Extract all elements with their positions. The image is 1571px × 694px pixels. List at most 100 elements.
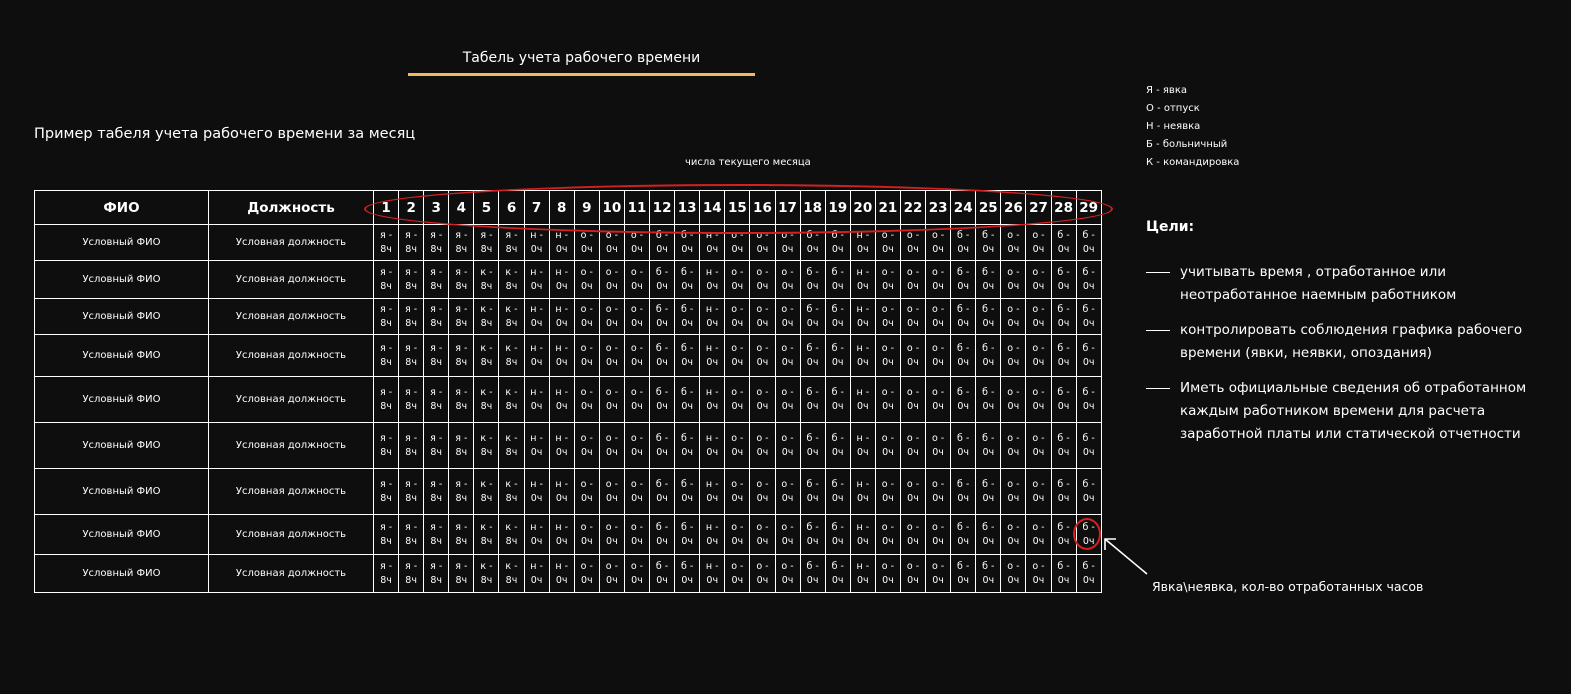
attendance-cell: я - 8ч xyxy=(423,468,450,515)
attendance-cell: о - 0ч xyxy=(774,224,801,261)
attendance-cell: я - 8ч xyxy=(448,422,475,469)
attendance-cell: о - 0ч xyxy=(724,376,751,423)
attendance-cell: о - 0ч xyxy=(598,468,625,515)
attendance-cell: б - 0ч xyxy=(799,554,826,593)
attendance-cell: о - 0ч xyxy=(573,554,600,593)
attendance-cell: н - 0ч xyxy=(849,260,876,299)
attendance-cell: к - 8ч xyxy=(498,514,525,555)
attendance-cell: н - 0ч xyxy=(699,298,726,335)
attendance-cell: я - 8ч xyxy=(498,224,525,261)
attendance-cell: о - 0ч xyxy=(774,376,801,423)
attendance-cell: о - 0ч xyxy=(899,554,927,593)
attendance-cell: н - 0ч xyxy=(849,334,876,377)
attendance-cell: б - 0ч xyxy=(975,554,1002,593)
attendance-cell: о - 0ч xyxy=(874,260,901,299)
attendance-cell: о - 0ч xyxy=(573,224,600,261)
attendance-cell: о - 0ч xyxy=(623,422,651,469)
attendance-cell: о - 0ч xyxy=(749,224,776,261)
attendance-cell: н - 0ч xyxy=(548,376,575,423)
attendance-cell: б - 0ч xyxy=(799,298,826,335)
attendance-cell: о - 0ч xyxy=(573,468,600,515)
goal-item: учитывать время , отработанное или неотр… xyxy=(1146,261,1556,307)
attendance-cell: о - 0ч xyxy=(925,376,952,423)
attendance-cell: б - 0ч xyxy=(950,554,977,593)
attendance-cell: я - 8ч xyxy=(423,224,450,261)
attendance-cell: о - 0ч xyxy=(874,224,901,261)
day-header: 13 xyxy=(674,190,701,225)
attendance-cell: о - 0ч xyxy=(1025,224,1052,261)
attendance-cell: я - 8ч xyxy=(423,260,450,299)
goal-item: контролировать соблюдения графика рабоче… xyxy=(1146,319,1556,365)
attendance-cell: о - 0ч xyxy=(925,334,952,377)
day-header: 11 xyxy=(623,190,651,225)
attendance-cell: о - 0ч xyxy=(749,298,776,335)
day-header: 14 xyxy=(699,190,726,225)
day-header: 10 xyxy=(598,190,625,225)
attendance-cell: о - 0ч xyxy=(598,224,625,261)
attendance-cell: о - 0ч xyxy=(925,260,952,299)
attendance-cell: о - 0ч xyxy=(774,514,801,555)
employee-position-cell: Условная должность xyxy=(208,298,374,335)
attendance-cell: б - 0ч xyxy=(1050,514,1077,555)
attendance-cell: о - 0ч xyxy=(1025,468,1052,515)
day-header: 6 xyxy=(498,190,525,225)
attendance-cell: б - 0ч xyxy=(674,298,701,335)
attendance-cell: я - 8ч xyxy=(398,298,425,335)
attendance-cell: б - 0ч xyxy=(649,260,676,299)
attendance-cell: я - 8ч xyxy=(398,260,425,299)
attendance-cell: б - 0ч xyxy=(1050,376,1077,423)
attendance-cell: о - 0ч xyxy=(1000,376,1027,423)
attendance-cell: я - 8ч xyxy=(423,422,450,469)
day-header: 26 xyxy=(1000,190,1027,225)
attendance-cell: о - 0ч xyxy=(598,260,625,299)
attendance-cell: н - 0ч xyxy=(548,224,575,261)
attendance-cell: б - 0ч xyxy=(1075,514,1102,555)
goals-title: Цели: xyxy=(1146,219,1195,235)
legend: Я - явка О - отпуск Н - неявка Б - больн… xyxy=(1146,82,1239,172)
attendance-cell: о - 0ч xyxy=(724,468,751,515)
attendance-cell: к - 8ч xyxy=(473,468,500,515)
day-header: 4 xyxy=(448,190,475,225)
attendance-cell: о - 0ч xyxy=(874,422,901,469)
attendance-cell: я - 8ч xyxy=(448,468,475,515)
day-header: 5 xyxy=(473,190,500,225)
attendance-cell: о - 0ч xyxy=(1000,334,1027,377)
attendance-cell: о - 0ч xyxy=(598,514,625,555)
attendance-cell: н - 0ч xyxy=(699,260,726,299)
attendance-cell: б - 0ч xyxy=(799,224,826,261)
attendance-cell: о - 0ч xyxy=(774,298,801,335)
attendance-cell: к - 8ч xyxy=(498,554,525,593)
legend-item: О - отпуск xyxy=(1146,103,1200,114)
day-header: 17 xyxy=(774,190,801,225)
attendance-cell: о - 0ч xyxy=(899,298,927,335)
attendance-cell: к - 8ч xyxy=(498,298,525,335)
day-header: 16 xyxy=(749,190,776,225)
attendance-cell: б - 0ч xyxy=(1075,554,1102,593)
employee-name-cell: Условный ФИО xyxy=(34,298,209,335)
attendance-cell: н - 0ч xyxy=(849,422,876,469)
attendance-cell: о - 0ч xyxy=(623,376,651,423)
day-header: 20 xyxy=(849,190,876,225)
attendance-cell: н - 0ч xyxy=(548,422,575,469)
attendance-cell: б - 0ч xyxy=(824,298,851,335)
employee-position-cell: Условная должность xyxy=(208,224,374,261)
attendance-cell: о - 0ч xyxy=(724,422,751,469)
attendance-cell: о - 0ч xyxy=(1025,334,1052,377)
attendance-cell: я - 8ч xyxy=(372,514,400,555)
attendance-cell: о - 0ч xyxy=(925,468,952,515)
attendance-cell: о - 0ч xyxy=(899,422,927,469)
attendance-cell: н - 0ч xyxy=(548,514,575,555)
attendance-cell: к - 8ч xyxy=(473,298,500,335)
attendance-cell: н - 0ч xyxy=(699,422,726,469)
page-title: Табель учета рабочего времени xyxy=(462,50,701,66)
attendance-cell: б - 0ч xyxy=(1050,298,1077,335)
legend-item: К - командировка xyxy=(1146,157,1240,168)
attendance-cell: о - 0ч xyxy=(1025,376,1052,423)
attendance-cell: о - 0ч xyxy=(724,260,751,299)
attendance-cell: о - 0ч xyxy=(623,224,651,261)
day-header: 28 xyxy=(1050,190,1077,225)
attendance-cell: о - 0ч xyxy=(874,468,901,515)
attendance-cell: б - 0ч xyxy=(674,260,701,299)
day-header: 25 xyxy=(975,190,1002,225)
attendance-cell: о - 0ч xyxy=(899,468,927,515)
